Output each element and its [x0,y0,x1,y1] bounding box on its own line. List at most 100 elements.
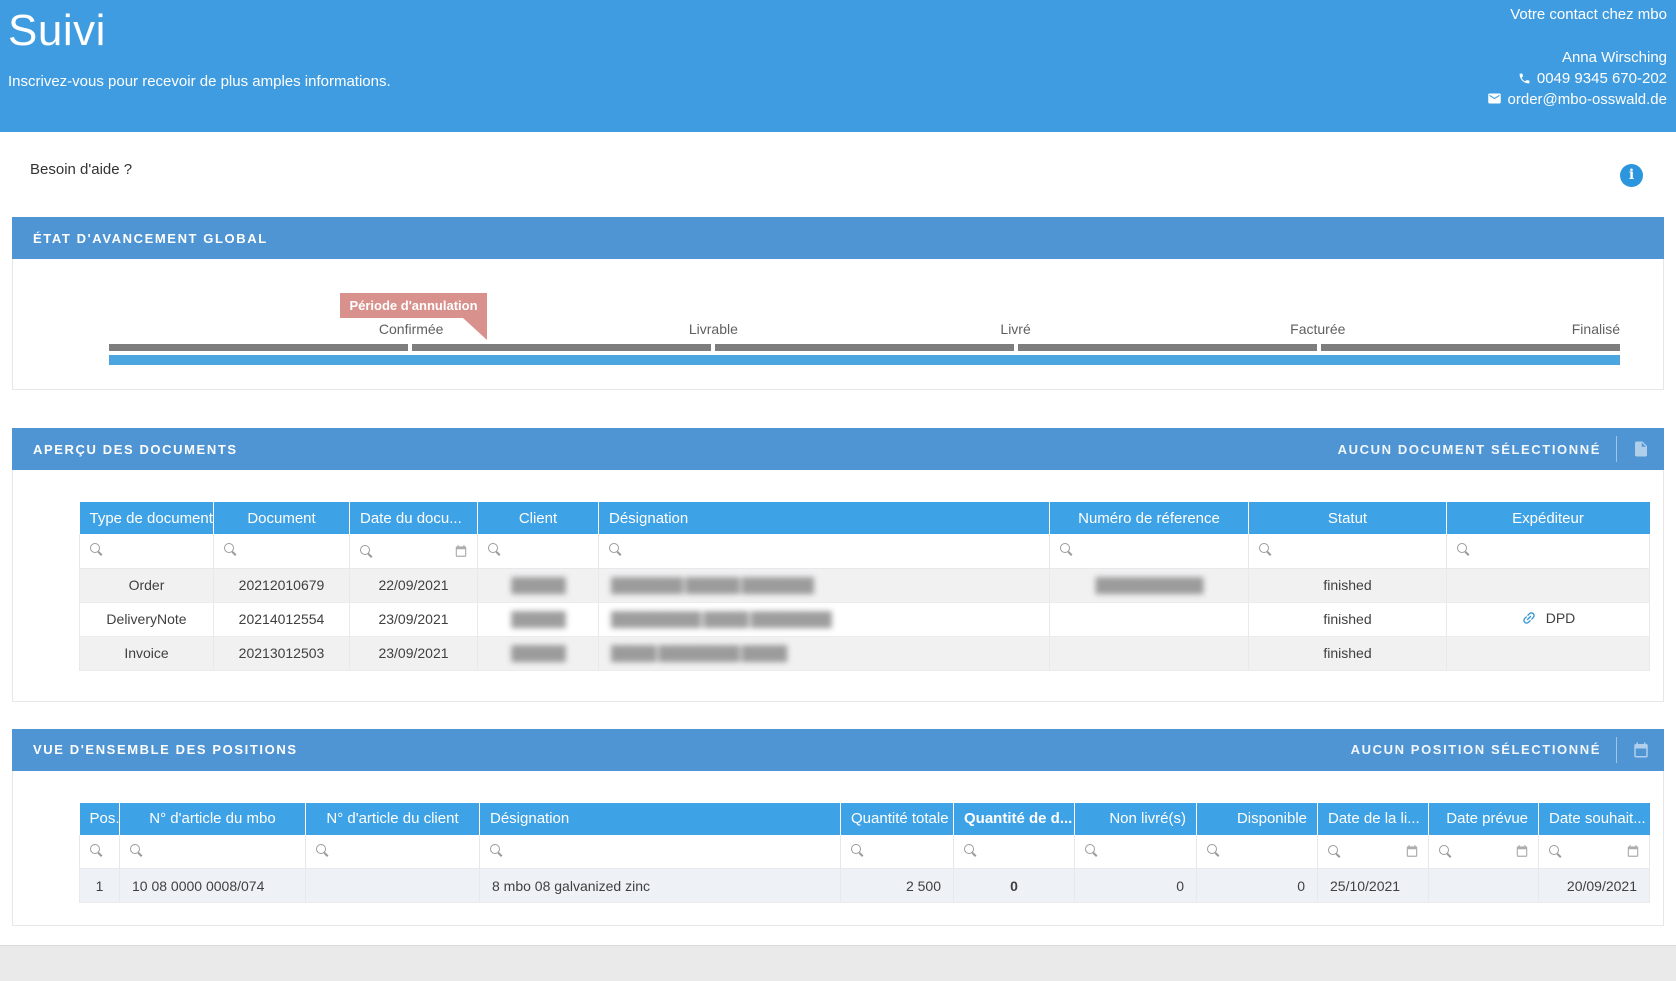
col-quantite-de[interactable]: Quantité de d... [954,803,1075,835]
filter-date-souhaitee[interactable] [1539,835,1650,869]
position-row-1[interactable]: 1 10 08 0000 0008/074 8 mbo 08 galvanize… [80,869,1650,903]
contact-heading: Votre contact chez mbo [1487,4,1667,25]
filter-date[interactable] [350,534,478,568]
filter-date-prevue[interactable] [1429,835,1539,869]
contact-name: Anna Wirsching [1487,47,1667,68]
search-icon [129,843,143,857]
document-row-order[interactable]: Order 20212010679 22/09/2021 ██████ ████… [80,568,1650,602]
info-icon[interactable]: i [1620,164,1643,187]
col-date-du-document[interactable]: Date du docu... [350,502,478,534]
document-row-deliverynote[interactable]: DeliveryNote 20214012554 23/09/2021 ████… [80,602,1650,636]
contact-phone[interactable]: 0049 9345 670-202 [1487,68,1667,89]
col-quantite-totale[interactable]: Quantité totale [841,803,954,835]
filter-document[interactable] [214,534,350,568]
col-date-livraison[interactable]: Date de la li... [1318,803,1429,835]
cell-expediteur[interactable] [1447,568,1650,602]
filter-client[interactable] [478,534,599,568]
filter-type[interactable] [80,534,214,568]
positions-filter-row [80,835,1650,869]
filter-date-livraison[interactable] [1318,835,1429,869]
filter-statut[interactable] [1249,534,1447,568]
calendar-icon[interactable] [1515,844,1529,858]
calendar-icon[interactable] [1632,741,1650,759]
search-icon [315,843,329,857]
col-article-mbo[interactable]: N° d'article du mbo [120,803,306,835]
filter-pos[interactable] [80,835,120,869]
documents-table: Type de document Document Date du docu..… [79,502,1650,671]
cell-date[interactable]: 23/09/2021 [350,602,478,636]
cell-expediteur[interactable] [1447,636,1650,670]
col-designation[interactable]: Désignation [599,502,1050,534]
cell-client: ██████ [478,568,599,602]
cell-statut[interactable]: finished [1249,568,1447,602]
cell-client: ██████ [478,602,599,636]
col-statut[interactable]: Statut [1249,502,1447,534]
col-numero-reference[interactable]: Numéro de réference [1050,502,1249,534]
search-icon [489,843,503,857]
page: Suivi Inscrivez-vous pour recevoir de pl… [0,0,1676,981]
stage-delivered: Livré [1000,321,1030,337]
cell-article-client[interactable] [306,869,480,903]
cell-statut[interactable]: finished [1249,602,1447,636]
filter-expediteur[interactable] [1447,534,1650,568]
mail-icon [1487,91,1502,106]
cell-type[interactable]: Order [80,568,214,602]
progress-section-header: ÉTAT D'AVANCEMENT GLOBAL [12,217,1664,259]
cell-quantite-totale[interactable]: 2 500 [841,869,954,903]
filter-designation[interactable] [599,534,1050,568]
search-icon [608,542,622,556]
cell-quantite-de-link[interactable]: 0 [954,869,1075,903]
filter-article-client[interactable] [306,835,480,869]
col-type-de-document[interactable]: Type de document [80,502,214,534]
filter-non-livres[interactable] [1075,835,1197,869]
filter-reference[interactable] [1050,534,1249,568]
filter-disponible[interactable] [1197,835,1318,869]
calendar-icon[interactable] [454,544,468,558]
cell-document[interactable]: 20213012503 [214,636,350,670]
filter-quantite-totale[interactable] [841,835,954,869]
cell-expediteur[interactable]: DPD [1447,602,1650,636]
contact-email[interactable]: order@mbo-osswald.de [1487,89,1667,110]
search-icon [487,542,501,556]
cell-statut[interactable]: finished [1249,636,1447,670]
tracking-link[interactable]: DPD [1521,610,1576,626]
filter-designation[interactable] [480,835,841,869]
col-disponible[interactable]: Disponible [1197,803,1318,835]
cell-article-mbo[interactable]: 10 08 0000 0008/074 [120,869,306,903]
col-pos[interactable]: Pos. [80,803,120,835]
calendar-icon[interactable] [1626,844,1640,858]
cell-pos[interactable]: 1 [80,869,120,903]
positions-section-title: VUE D'ENSEMBLE DES POSITIONS [33,742,298,757]
cell-type[interactable]: DeliveryNote [80,602,214,636]
filter-article-mbo[interactable] [120,835,306,869]
col-date-souhaitee[interactable]: Date souhait... [1539,803,1650,835]
cell-designation: █████ █████████ █████ [599,636,1050,670]
cell-type[interactable]: Invoice [80,636,214,670]
cell-non-livres[interactable]: 0 [1075,869,1197,903]
col-document[interactable]: Document [214,502,350,534]
calendar-icon[interactable] [1405,844,1419,858]
cell-date-livraison[interactable]: 25/10/2021 [1318,869,1429,903]
filter-quantite-de[interactable] [954,835,1075,869]
cell-date-souhaitee[interactable]: 20/09/2021 [1539,869,1650,903]
col-non-livres[interactable]: Non livré(s) [1075,803,1197,835]
contact-email-address: order@mbo-osswald.de [1508,91,1667,108]
col-date-prevue[interactable]: Date prévue [1429,803,1539,835]
document-icon[interactable] [1632,439,1650,459]
cell-date-prevue[interactable] [1429,869,1539,903]
cell-document[interactable]: 20212010679 [214,568,350,602]
cell-designation[interactable]: 8 mbo 08 galvanized zinc [480,869,841,903]
col-client[interactable]: Client [478,502,599,534]
col-expediteur[interactable]: Expéditeur [1447,502,1650,534]
phone-icon [1518,72,1531,85]
track-segment [412,344,711,351]
search-icon [1438,844,1452,858]
cell-client: ██████ [478,636,599,670]
cell-date[interactable]: 22/09/2021 [350,568,478,602]
cell-document[interactable]: 20214012554 [214,602,350,636]
cell-date[interactable]: 23/09/2021 [350,636,478,670]
document-row-invoice[interactable]: Invoice 20213012503 23/09/2021 ██████ ██… [80,636,1650,670]
col-article-client[interactable]: N° d'article du client [306,803,480,835]
col-designation[interactable]: Désignation [480,803,841,835]
cell-disponible[interactable]: 0 [1197,869,1318,903]
